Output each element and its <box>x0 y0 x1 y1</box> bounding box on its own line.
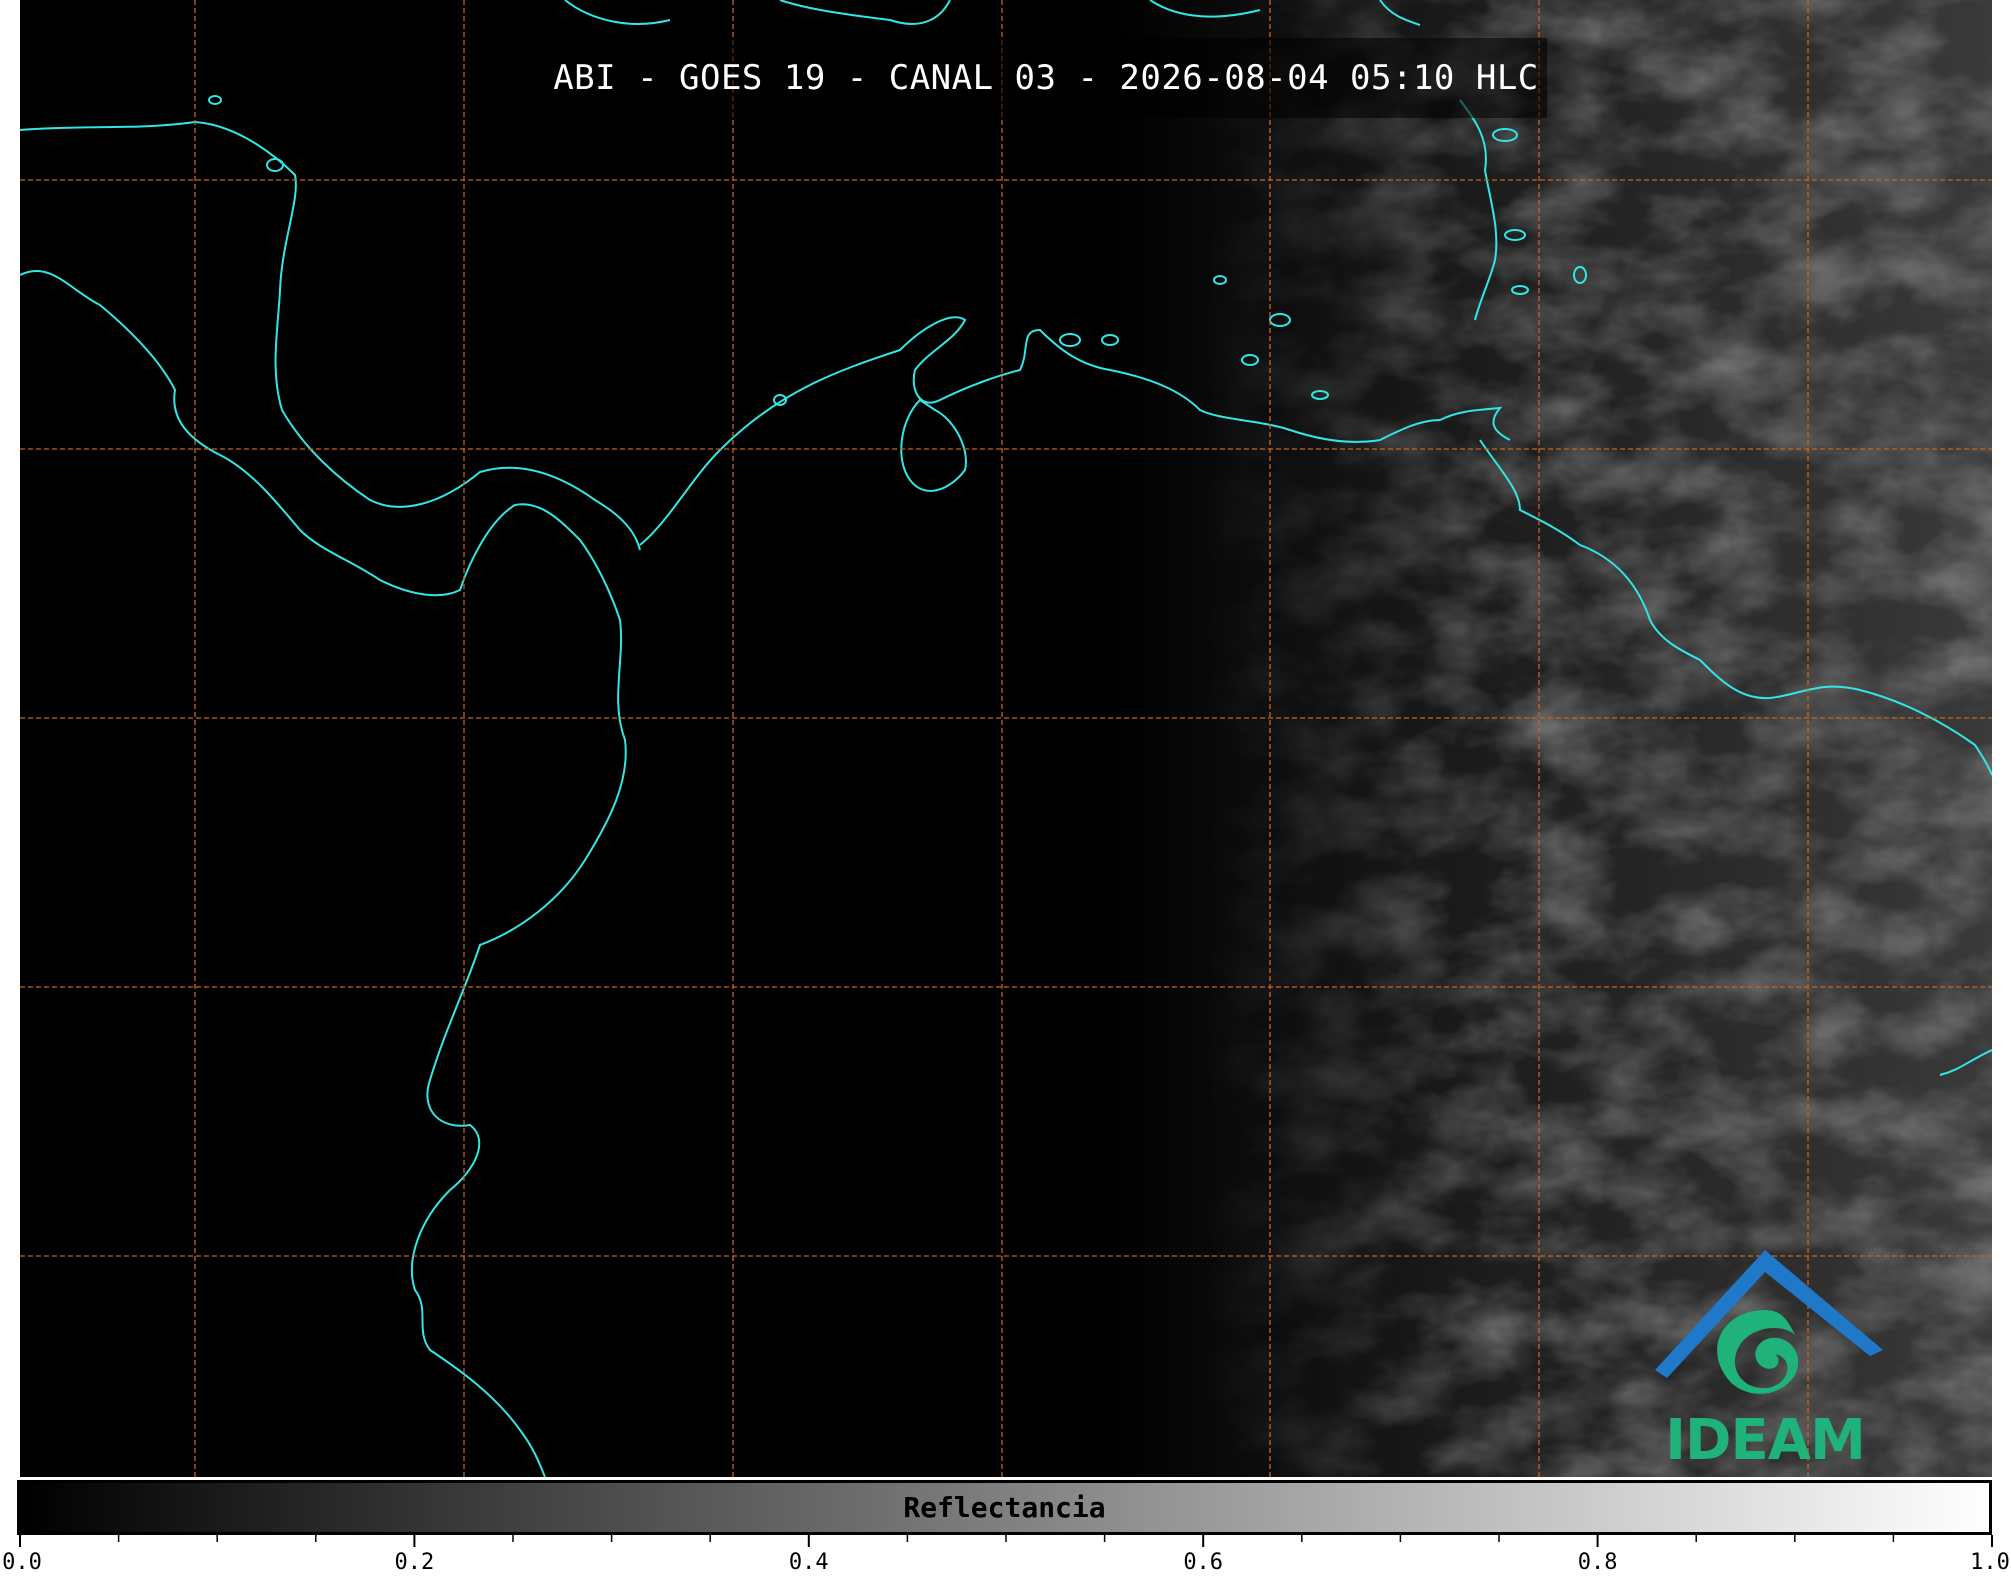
title-box: ABI - GOES 19 - CANAL 03 - 2026-08-04 05… <box>545 38 1547 118</box>
colorbar-tick-label: 0.6 <box>1183 1550 1224 1575</box>
colorbar-tick-label: 0.0 <box>2 1550 42 1575</box>
map-title: ABI - GOES 19 - CANAL 03 - 2026-08-04 05… <box>553 58 1539 98</box>
colorbar-tick-label: 0.2 <box>394 1550 435 1575</box>
logo-swirl <box>1717 1310 1799 1394</box>
colorbar: Reflectancia <box>17 1480 1992 1535</box>
colorbar-label: Reflectancia <box>903 1491 1106 1524</box>
colorbar-tick-label: 0.4 <box>788 1550 829 1575</box>
logo-text: IDEAM <box>1665 1408 1866 1473</box>
colorbar-tick-label: 1.0 <box>1970 1550 2010 1575</box>
colorbar-tick-label: 0.8 <box>1577 1550 1618 1575</box>
